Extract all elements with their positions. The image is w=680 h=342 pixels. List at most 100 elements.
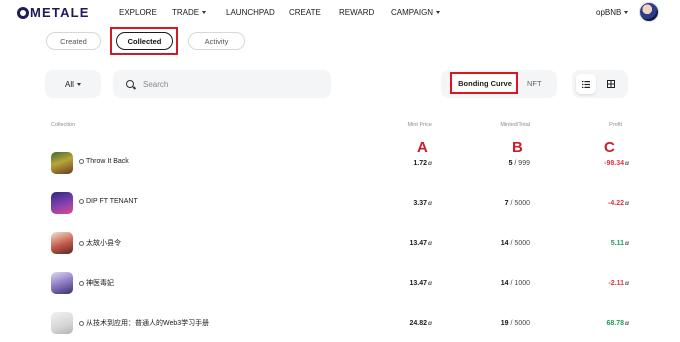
logo[interactable]: METALE — [17, 5, 90, 20]
unit-icon: ɑ — [625, 320, 629, 327]
top-nav: METALE EXPLORE TRADE LAUNCHPAD CREATE RE… — [0, 0, 680, 26]
minted-count: 19 — [500, 320, 509, 327]
toggle-bonding-curve-label: Bonding Curve — [458, 79, 512, 88]
avatar[interactable] — [639, 2, 659, 22]
mint-price: 1.72ɑ — [413, 160, 432, 167]
profit-value: -98.34 — [604, 160, 625, 167]
unit-icon: ɑ — [428, 280, 432, 287]
mint-price-value: 13.47 — [409, 280, 428, 287]
tab-created[interactable]: Created — [46, 32, 101, 50]
chevron-down-icon — [76, 82, 81, 86]
nav-launchpad-label: LAUNCHPAD — [226, 8, 275, 17]
collection-name-text: Throw It Back — [86, 158, 129, 165]
tab-collected-label: Collected — [127, 36, 162, 46]
list-icon — [582, 80, 590, 88]
mint-price: 3.37ɑ — [413, 200, 432, 207]
unit-icon: ɑ — [625, 160, 629, 167]
logo-o-icon — [17, 6, 29, 19]
nav-launchpad[interactable]: LAUNCHPAD — [226, 8, 275, 17]
logo-text: METALE — [30, 5, 90, 20]
nav-trade-label: TRADE — [172, 8, 200, 17]
nav-trade[interactable]: TRADE — [172, 8, 207, 17]
profit: -4.22ɑ — [608, 200, 629, 207]
mint-price-value: 13.47 — [409, 240, 428, 247]
collection-thumbnail — [51, 152, 73, 174]
list-view-button[interactable] — [576, 74, 596, 94]
unit-icon: ɑ — [428, 320, 432, 327]
collection-name[interactable]: Throw It Back — [79, 158, 129, 165]
chevron-down-icon — [624, 11, 629, 14]
collection-name[interactable]: 太故小县令 — [79, 238, 121, 248]
minted-total: 19 / 5000 — [501, 320, 530, 327]
chevron-down-icon — [436, 11, 441, 14]
profit-value: -4.22 — [608, 200, 625, 207]
collection-thumbnail — [51, 192, 73, 214]
nav-explore[interactable]: EXPLORE — [119, 8, 157, 17]
mint-price: 13.47ɑ — [409, 280, 432, 287]
total-count: / 5000 — [510, 200, 530, 207]
network-selector[interactable]: opBNB — [596, 8, 629, 17]
collection-name[interactable]: 从技术到应用：普通人的Web3学习手册 — [79, 318, 209, 328]
table-row[interactable]: Throw It Back 1.72ɑ 5 / 999 -98.34ɑ — [0, 152, 680, 192]
chain-icon — [79, 159, 84, 164]
collection-name[interactable]: 神医毒妃 — [79, 278, 114, 288]
tab-created-label: Created — [60, 36, 87, 46]
network-label: opBNB — [596, 8, 622, 17]
all-dropdown-label: All — [65, 79, 74, 89]
collection-thumbnail — [51, 312, 73, 334]
collection-thumbnail — [51, 232, 73, 254]
tab-activity[interactable]: Activity — [188, 32, 245, 50]
profit: -2.11ɑ — [608, 280, 629, 287]
tab-collected[interactable]: Collected — [116, 32, 173, 50]
tab-activity-label: Activity — [204, 36, 229, 46]
profit: -98.34ɑ — [604, 160, 629, 167]
unit-icon: ɑ — [428, 240, 432, 247]
mint-price-value: 3.37 — [413, 200, 428, 207]
nav-explore-label: EXPLORE — [119, 8, 157, 17]
nav-reward[interactable]: REWARD — [339, 8, 374, 17]
nav-create[interactable]: CREATE — [289, 8, 321, 17]
profit: 68.78ɑ — [606, 320, 629, 327]
unit-icon: ɑ — [428, 160, 432, 167]
nav-campaign[interactable]: CAMPAIGN — [391, 8, 441, 17]
total-count: / 5000 — [510, 240, 530, 247]
table-row[interactable]: DIP FT TENANT 3.37ɑ 7 / 5000 -4.22ɑ — [0, 192, 680, 232]
all-dropdown[interactable]: All — [45, 70, 101, 98]
collection-name-text: DIP FT TENANT — [86, 198, 138, 205]
chain-icon — [79, 240, 84, 246]
chain-icon — [79, 199, 84, 204]
table-row[interactable]: 神医毒妃 13.47ɑ 14 / 1000 -2.11ɑ — [0, 272, 680, 312]
search-placeholder: Search — [143, 79, 169, 89]
minted-total: 5 / 999 — [509, 160, 530, 167]
toggle-bonding-curve[interactable]: Bonding Curve — [454, 75, 516, 92]
table-row[interactable]: 太故小县令 13.47ɑ 14 / 5000 5.11ɑ — [0, 232, 680, 272]
total-count: / 5000 — [510, 320, 530, 327]
minted-count: 14 — [500, 280, 509, 287]
profit-value: -2.11 — [608, 280, 625, 287]
minted-count: 14 — [500, 240, 509, 247]
mint-price: 24.82ɑ — [409, 320, 432, 327]
minted-count: 7 — [504, 200, 509, 207]
minted-total: 14 / 1000 — [501, 280, 530, 287]
mint-price-value: 1.72 — [413, 160, 428, 167]
chain-icon — [79, 280, 84, 286]
collection-name-text: 太故小县令 — [86, 240, 121, 247]
header-mint-price: Mint Price — [407, 122, 432, 128]
total-count: / 999 — [514, 160, 530, 167]
profit-value: 5.11 — [610, 240, 625, 247]
unit-icon: ɑ — [625, 280, 629, 287]
table-row[interactable]: 从技术到应用：普通人的Web3学习手册 24.82ɑ 19 / 5000 68.… — [0, 312, 680, 342]
toggle-nft-label: NFT — [527, 79, 542, 88]
collection-name[interactable]: DIP FT TENANT — [79, 198, 138, 205]
grid-view-button[interactable] — [601, 74, 621, 94]
nav-campaign-label: CAMPAIGN — [391, 8, 434, 17]
toggle-nft[interactable]: NFT — [527, 79, 542, 88]
nav-reward-label: REWARD — [339, 8, 375, 17]
unit-icon: ɑ — [625, 240, 629, 247]
chevron-down-icon — [202, 11, 207, 14]
total-count: / 1000 — [510, 280, 530, 287]
header-profit: Profit — [609, 122, 622, 128]
collection-name-text: 神医毒妃 — [86, 280, 114, 287]
minted-total: 7 / 5000 — [505, 200, 530, 207]
search-input[interactable]: Search — [113, 70, 331, 98]
